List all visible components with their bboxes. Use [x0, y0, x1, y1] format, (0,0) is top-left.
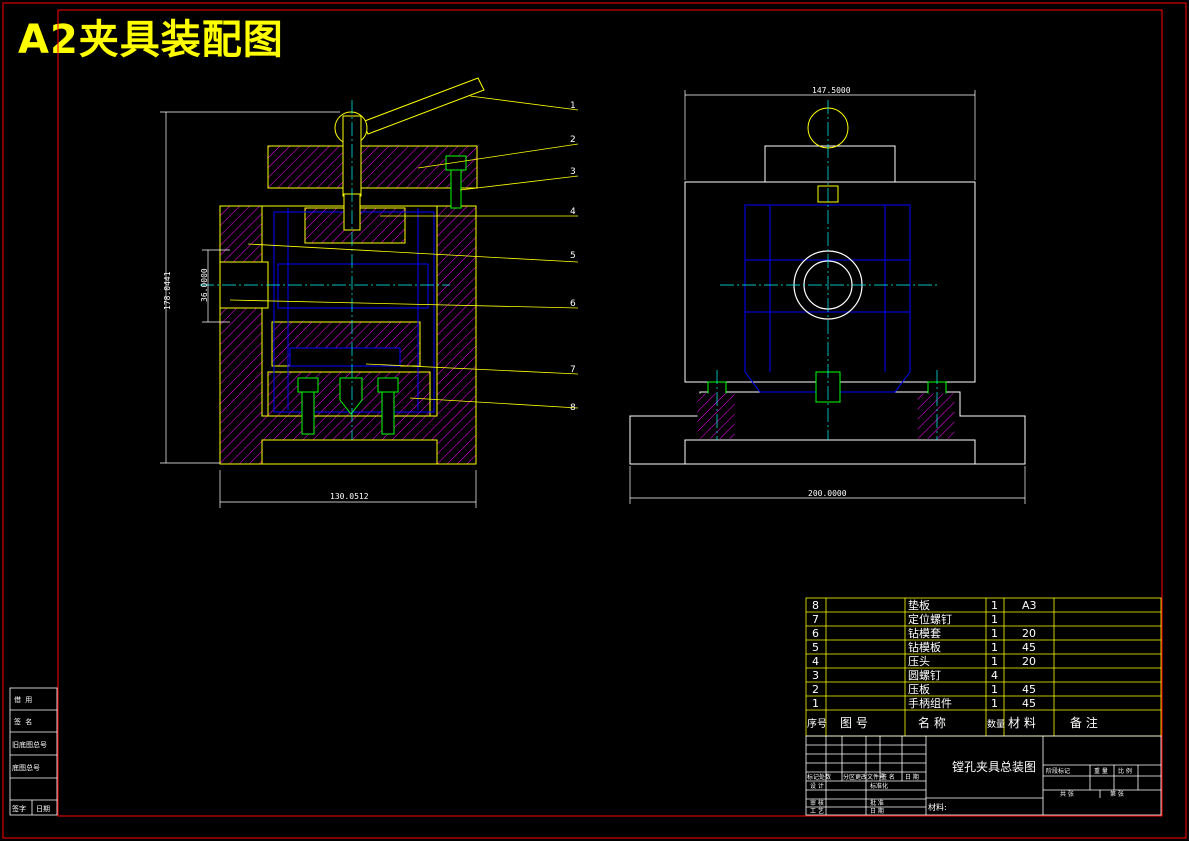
- side-strip-label: 签字: [12, 804, 26, 813]
- bom-name: 手柄组件: [908, 696, 952, 710]
- side-strip-label: 旧底图总号: [12, 740, 47, 749]
- side-view: [629, 90, 1026, 504]
- bom-qty: 1: [991, 641, 998, 654]
- bom-header-note: 备 注: [1070, 715, 1098, 730]
- title-block-label: 共 张: [1060, 790, 1074, 798]
- drawing-name: 镗孔夹具总装图: [952, 760, 1036, 774]
- bom-mat: 45: [1022, 683, 1036, 696]
- balloon-number: 2: [570, 135, 576, 145]
- bom-qty: 1: [991, 683, 998, 696]
- title-block-label: 阶段标记: [1046, 767, 1070, 775]
- bom-qty: 1: [991, 613, 998, 626]
- title-block-label: 比 例: [1118, 767, 1132, 775]
- bom-name: 压头: [908, 655, 930, 668]
- balloon-number: 6: [570, 299, 576, 309]
- title-block-label: 批 准: [870, 799, 884, 807]
- bom-mat: 45: [1022, 641, 1036, 654]
- dimension-text: 130.0512: [330, 492, 369, 501]
- bom-no: 1: [812, 697, 819, 710]
- bom-name: 压板: [908, 682, 930, 696]
- title-block-label: 分区更改文件号: [843, 773, 885, 781]
- bom-header-drawing: 图 号: [840, 716, 868, 730]
- bom-no: 4: [812, 655, 819, 668]
- side-strip-label: 签 名: [14, 717, 32, 726]
- cad-drawing: 借 用 签 名 旧底图总号 底图总号 签字 日期 1 2 3 4 5 6 7 8…: [2, 2, 1187, 839]
- title-block-label: 工 艺: [810, 807, 824, 815]
- bom-no: 2: [812, 683, 819, 696]
- dimension-text: 36.0000: [200, 268, 209, 302]
- bom-qty: 1: [991, 697, 998, 710]
- bom-no: 5: [812, 641, 819, 654]
- title-block-label: 第 张: [1110, 790, 1124, 798]
- bom-name: 钻模套: [908, 626, 941, 640]
- title-block-label: 标准化: [870, 782, 888, 790]
- bom-name: 钻模板: [908, 640, 941, 654]
- title-block-label: 日 期: [870, 807, 884, 815]
- dimension-text: 147.5000: [812, 86, 851, 95]
- bom-mat: 45: [1022, 697, 1036, 710]
- front-view: [160, 77, 579, 508]
- title-block-label: 设 计: [810, 782, 824, 790]
- title-block-label: 重 量: [1094, 767, 1108, 775]
- drawing-frame: [2, 2, 1187, 839]
- title-block-label: 标记处数: [807, 773, 831, 781]
- side-strip-label: 日期: [36, 805, 50, 813]
- balloon-number: 4: [570, 207, 576, 217]
- bom-mat: A3: [1022, 599, 1037, 612]
- balloon-number: 3: [570, 167, 576, 177]
- bom-qty: 1: [991, 655, 998, 668]
- side-strip: [9, 687, 58, 816]
- bom-no: 7: [812, 613, 819, 626]
- balloon-number: 1: [570, 101, 576, 111]
- bom-mat: 20: [1022, 627, 1036, 640]
- bom-header-name: 名 称: [918, 715, 946, 730]
- title-block-label: 签 名: [881, 773, 895, 781]
- bom-qty: 1: [991, 599, 998, 612]
- dimension-text: 200.0000: [808, 489, 847, 498]
- bom-name: 垫板: [908, 598, 930, 612]
- bom-no: 8: [812, 599, 819, 612]
- bom-mat: 20: [1022, 655, 1036, 668]
- bom-header-mat: 材 料: [1008, 716, 1036, 730]
- title-block-label: 日 期: [905, 773, 919, 781]
- bom-header-no: 序号: [807, 717, 827, 730]
- bom-no: 6: [812, 627, 819, 640]
- bom-header-qty: 数量: [987, 718, 1005, 730]
- side-strip-label: 借 用: [14, 695, 32, 704]
- bom-qty: 1: [991, 627, 998, 640]
- bom-name: 圆螺钉: [908, 669, 941, 682]
- dimension-text: 178.0441: [163, 271, 172, 310]
- balloon-number: 8: [570, 403, 576, 413]
- bom-no: 3: [812, 669, 819, 682]
- side-strip-label: 底图总号: [12, 763, 40, 772]
- title-block-label: 审 核: [810, 799, 824, 807]
- bom-qty: 4: [991, 669, 998, 682]
- balloon-number: 5: [570, 251, 576, 261]
- bom-name: 定位螺钉: [908, 612, 952, 626]
- material-label: 材料:: [928, 802, 947, 812]
- balloon-number: 7: [570, 365, 576, 375]
